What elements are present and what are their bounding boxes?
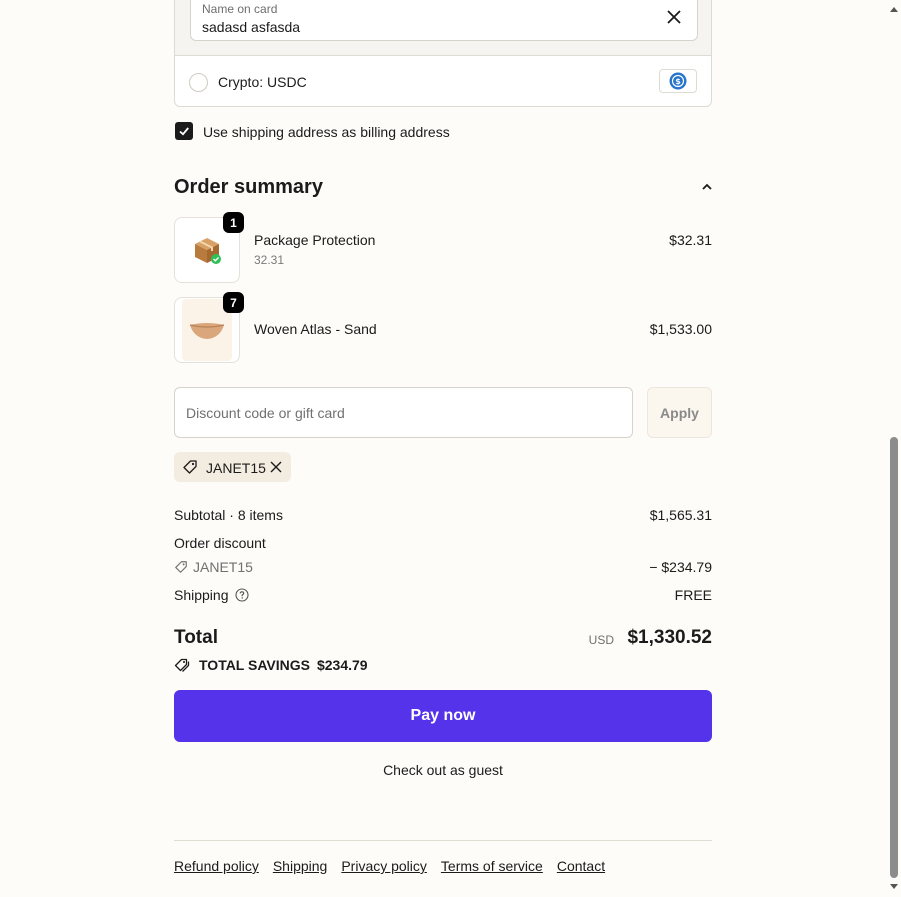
- savings-tag-icon: [174, 658, 190, 672]
- shipping-label: Shipping: [174, 587, 229, 603]
- contact-link[interactable]: Contact: [557, 858, 605, 874]
- scroll-up-arrow-icon[interactable]: [890, 5, 898, 13]
- help-icon[interactable]: [234, 588, 249, 602]
- savings-label: TOTAL SAVINGS: [199, 657, 310, 673]
- applied-code-label: JANET15: [206, 460, 266, 476]
- total-savings-row: TOTAL SAVINGS $234.79: [174, 657, 368, 673]
- chevron-up-icon[interactable]: [700, 180, 714, 194]
- usdc-logo: $: [659, 69, 697, 93]
- discount-code-text: JANET15: [193, 559, 253, 575]
- quantity-badge: 1: [223, 212, 244, 233]
- total-value: $1,330.52: [627, 627, 712, 648]
- item-name: Woven Atlas - Sand: [254, 321, 377, 337]
- shipping-link[interactable]: Shipping: [273, 858, 328, 874]
- checkmark-icon: [179, 127, 189, 136]
- billing-same-checkbox[interactable]: [175, 122, 193, 140]
- billing-same-label[interactable]: Use shipping address as billing address: [203, 124, 450, 140]
- discount-code-row: JANET15: [174, 559, 253, 575]
- footer-divider: [174, 840, 712, 841]
- quantity-badge: 7: [223, 292, 244, 313]
- subtotal-value: $1,565.31: [649, 507, 712, 523]
- shipping-row: Shipping: [174, 587, 249, 603]
- order-summary-title: Order summary: [174, 176, 323, 198]
- total-currency: USD: [588, 633, 614, 647]
- applied-discount-chip: JANET15: [174, 452, 291, 482]
- scrollbar-thumb[interactable]: [890, 437, 898, 878]
- package-box-icon: [195, 238, 221, 264]
- privacy-policy-link[interactable]: Privacy policy: [341, 858, 427, 874]
- crypto-usdc-label[interactable]: Crypto: USDC: [218, 74, 307, 90]
- scrollbar[interactable]: [887, 0, 901, 897]
- name-on-card-label: Name on card: [202, 2, 278, 16]
- subtotal-label: Subtotal · 8 items: [174, 507, 283, 523]
- item-price: $1,533.00: [649, 321, 712, 337]
- terms-of-service-link[interactable]: Terms of service: [441, 858, 543, 874]
- pay-now-button[interactable]: Pay now: [174, 690, 712, 742]
- clear-icon[interactable]: [665, 8, 683, 26]
- payment-methods-box: Name on card sadasd asfasda Crypto: USDC…: [174, 0, 712, 107]
- remove-discount-icon[interactable]: [269, 460, 283, 474]
- usdc-icon: $: [669, 72, 687, 90]
- discount-value: − $234.79: [649, 559, 712, 575]
- discount-code-input[interactable]: [174, 387, 633, 438]
- basket-icon: [189, 323, 225, 339]
- checkout-as-guest-link[interactable]: Check out as guest: [174, 762, 712, 778]
- name-on-card-value[interactable]: sadasd asfasda: [202, 19, 300, 35]
- refund-policy-link[interactable]: Refund policy: [174, 858, 259, 874]
- tag-icon: [175, 561, 187, 573]
- apply-button[interactable]: Apply: [647, 387, 712, 438]
- item-price: $32.31: [669, 232, 712, 248]
- svg-text:$: $: [675, 77, 681, 86]
- shipping-value: FREE: [674, 587, 712, 603]
- order-discount-label: Order discount: [174, 535, 266, 551]
- footer-links: Refund policy Shipping Privacy policy Te…: [174, 858, 605, 874]
- crypto-usdc-radio[interactable]: [189, 73, 208, 92]
- card-details-area: Name on card sadasd asfasda: [175, 0, 711, 56]
- total-label: Total: [174, 627, 218, 648]
- item-subtitle: 32.31: [254, 253, 285, 267]
- item-name: Package Protection: [254, 232, 376, 248]
- scroll-down-arrow-icon[interactable]: [890, 883, 898, 891]
- tag-icon: [183, 460, 197, 474]
- name-on-card-field[interactable]: Name on card sadasd asfasda: [190, 0, 698, 41]
- savings-value: $234.79: [316, 657, 368, 673]
